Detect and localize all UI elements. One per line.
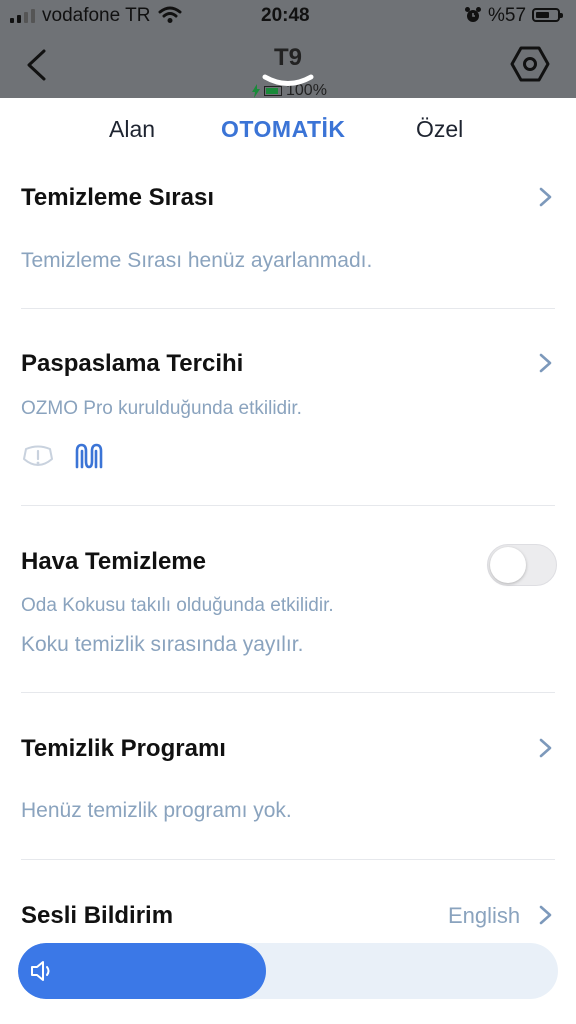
- air-clean-title: Hava Temizleme: [21, 548, 206, 575]
- cellular-signal-icon: [10, 9, 35, 23]
- chevron-right-icon[interactable]: [538, 737, 554, 759]
- chevron-right-icon[interactable]: [538, 186, 554, 208]
- status-bar: vodafone TR 20:48 %57: [0, 0, 576, 34]
- battery-percent: %57: [488, 5, 527, 26]
- tab-ozel[interactable]: Özel: [416, 116, 463, 143]
- tab-otomatik[interactable]: OTOMATİK: [221, 116, 346, 143]
- device-name: T9: [273, 44, 302, 71]
- mopping-title[interactable]: Paspaslama Tercihi: [21, 350, 243, 378]
- tab-alan[interactable]: Alan: [109, 116, 155, 143]
- carrier-label: vodafone TR: [42, 5, 151, 26]
- clock: 20:48: [261, 5, 310, 26]
- mopping-subtitle: OZMO Pro kurulduğunda etkilidir.: [21, 398, 302, 419]
- sheet-handle[interactable]: [262, 74, 314, 88]
- divider: [21, 692, 555, 693]
- air-clean-subtitle: Oda Kokusu takılı olduğunda etkilidir.: [21, 595, 334, 616]
- alarm-icon: [465, 7, 481, 22]
- speaker-icon: [31, 961, 50, 981]
- top-bar: vodafone TR 20:48 %57 T9 100%: [0, 0, 576, 99]
- battery-icon: [532, 8, 563, 22]
- wave-mop-icon[interactable]: [74, 441, 104, 471]
- mode-tabs: Alan OTOMATİK Özel: [0, 116, 576, 156]
- cleaning-order-subtitle: Temizleme Sırası henüz ayarlanmadı.: [21, 249, 373, 272]
- chevron-right-icon[interactable]: [538, 904, 554, 926]
- settings-sheet: Alan OTOMATİK Özel Temizleme Sırası Temi…: [0, 98, 576, 1024]
- voice-title[interactable]: Sesli Bildirim: [21, 902, 173, 930]
- chevron-right-icon[interactable]: [538, 352, 554, 374]
- schedule-title[interactable]: Temizlik Programı: [21, 735, 226, 763]
- air-clean-note: Koku temizlik sırasında yayılır.: [21, 633, 304, 656]
- hexagon-settings-icon[interactable]: [510, 44, 550, 84]
- schedule-subtitle: Henüz temizlik programı yok.: [21, 799, 292, 822]
- toggle-knob: [490, 547, 526, 583]
- volume-slider[interactable]: [18, 943, 558, 999]
- voice-language[interactable]: English: [448, 903, 520, 929]
- air-clean-toggle[interactable]: [487, 544, 557, 586]
- charging-bolt-icon: [252, 84, 260, 98]
- divider: [21, 505, 555, 506]
- divider: [21, 859, 555, 860]
- divider: [21, 308, 555, 309]
- warning-mop-icon: [23, 445, 53, 466]
- cleaning-order-title[interactable]: Temizleme Sırası: [21, 184, 214, 212]
- wifi-icon: [158, 6, 182, 23]
